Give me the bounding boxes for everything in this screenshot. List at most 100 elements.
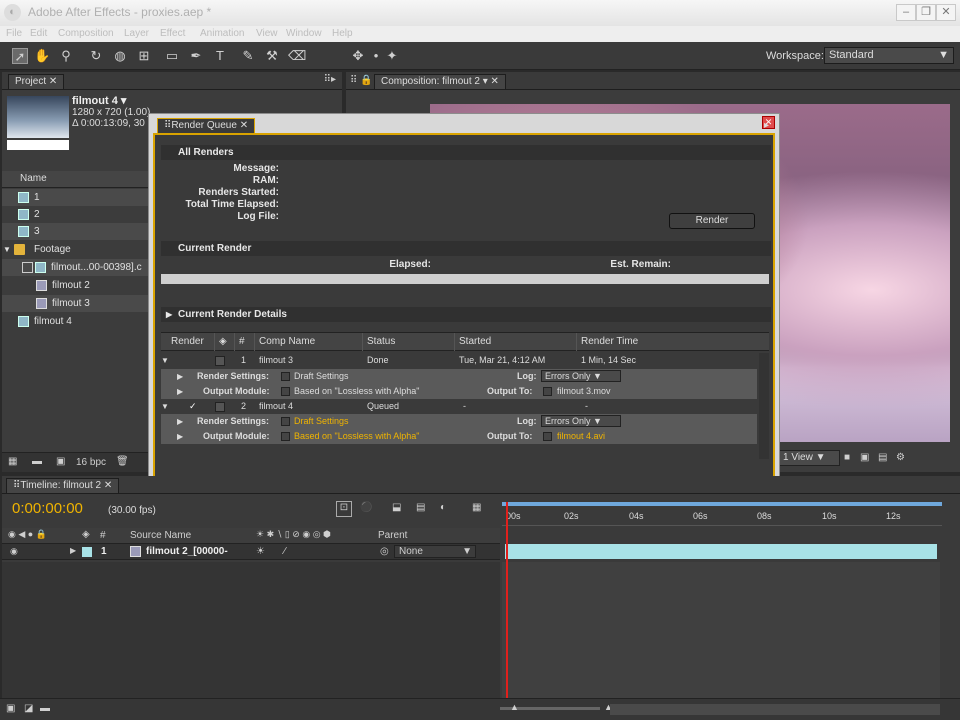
num-column-header[interactable]: #: [235, 333, 255, 351]
output-file-link[interactable]: filmout 4.avi: [557, 429, 605, 444]
puppet-pin-icon[interactable]: •: [368, 48, 384, 64]
menu-file[interactable]: File: [6, 28, 22, 39]
flowchart-icon[interactable]: ⚙: [896, 452, 905, 463]
current-render-details-section[interactable]: ▶ Current Render Details: [161, 307, 771, 322]
render-time-column-header[interactable]: Render Time: [577, 333, 753, 351]
table-scrollbar[interactable]: [759, 353, 769, 459]
work-area-bar[interactable]: [502, 502, 942, 506]
zoom-tool-icon[interactable]: ⚲: [58, 48, 74, 64]
expand-arrow-icon[interactable]: ▶: [177, 384, 183, 399]
label-color-swatch[interactable]: [215, 356, 225, 366]
rotate-tool-icon[interactable]: ↻: [88, 48, 104, 64]
expand-arrow-icon[interactable]: ▶: [177, 369, 183, 384]
dropdown-arrow-icon[interactable]: [281, 432, 290, 441]
new-comp-icon[interactable]: ▣: [56, 456, 65, 467]
table-row[interactable]: ▼ 1 filmout 3 Done Tue, Mar 21, 4:12 AM …: [161, 353, 757, 368]
graph-editor-icon[interactable]: ▦: [472, 502, 481, 513]
selection-tool-icon[interactable]: ➚: [12, 48, 28, 64]
expand-arrow-icon[interactable]: ▶: [70, 546, 76, 555]
puppet-tool-icon[interactable]: ✥: [350, 48, 366, 64]
dropdown-arrow-icon[interactable]: [543, 432, 552, 441]
close-button[interactable]: ✕: [936, 4, 956, 21]
label-color-swatch[interactable]: [215, 402, 225, 412]
dropdown-arrow-icon[interactable]: [543, 387, 552, 396]
parent-select[interactable]: None ▼: [394, 545, 476, 558]
checkbox-icon[interactable]: [22, 262, 33, 273]
label-column-icon[interactable]: ◈: [215, 333, 235, 351]
comp-mini-flowchart-icon[interactable]: ⊡: [336, 501, 352, 517]
new-folder-icon[interactable]: ▬: [32, 456, 42, 467]
current-time-indicator[interactable]: [506, 502, 508, 698]
menu-edit[interactable]: Edit: [30, 28, 47, 39]
started-column-header[interactable]: Started: [455, 333, 577, 351]
num-column-header[interactable]: #: [100, 530, 106, 541]
expand-arrow-icon[interactable]: ▼: [161, 353, 169, 368]
expand-arrow-icon[interactable]: ▼: [3, 241, 11, 258]
clone-stamp-icon[interactable]: ⚒: [264, 48, 280, 64]
motion-blur-icon[interactable]: ◐: [440, 502, 446, 513]
minimize-button[interactable]: –: [896, 4, 916, 21]
expand-arrow-icon[interactable]: ▶: [166, 307, 172, 322]
view-layout-select[interactable]: 1 View ▼: [778, 450, 840, 466]
menu-animation[interactable]: Animation: [200, 28, 244, 39]
expand-arrow-icon[interactable]: ▶: [177, 429, 183, 444]
dropdown-arrow-icon[interactable]: [281, 387, 290, 396]
status-column-header[interactable]: Status: [363, 333, 455, 351]
output-module-link[interactable]: Based on "Lossless with Alpha": [294, 384, 419, 399]
panel-menu-icon[interactable]: ⠿▸: [324, 74, 336, 85]
puppet-overlap-icon[interactable]: ✦: [384, 48, 400, 64]
panel-menu-icon[interactable]: ▸: [764, 120, 769, 131]
quality-switch-icon[interactable]: ∕: [284, 546, 286, 557]
shy-switch-icon[interactable]: ☀: [256, 546, 265, 557]
render-column-header[interactable]: Render: [167, 333, 215, 351]
pan-behind-icon[interactable]: ⊞: [136, 48, 152, 64]
pen-tool-icon[interactable]: ✒: [188, 48, 204, 64]
fast-preview-icon[interactable]: ▣: [860, 452, 869, 463]
timeline-scrollbar[interactable]: [610, 704, 940, 715]
render-settings-link[interactable]: Draft Settings: [294, 369, 349, 384]
av-switches-icon[interactable]: ◉ ◀ ● 🔒: [8, 529, 47, 540]
name-column-header[interactable]: Name: [20, 173, 47, 184]
layer-name[interactable]: filmout 2_[00000-: [146, 546, 228, 557]
eye-icon[interactable]: ◉: [10, 546, 18, 557]
menu-effect[interactable]: Effect: [160, 28, 185, 39]
render-settings-link[interactable]: Draft Settings: [294, 414, 349, 429]
menu-composition[interactable]: Composition: [58, 28, 114, 39]
layer-duration-bar[interactable]: [505, 544, 937, 559]
maximize-button[interactable]: ❐: [916, 4, 936, 21]
pickwhip-icon[interactable]: ◎: [380, 546, 389, 557]
label-column-icon[interactable]: ◈: [82, 529, 90, 540]
orbit-camera-icon[interactable]: ◍: [112, 48, 128, 64]
source-name-column-header[interactable]: Source Name: [130, 530, 191, 541]
output-module-link[interactable]: Based on "Lossless with Alpha": [294, 429, 419, 444]
menu-layer[interactable]: Layer: [124, 28, 149, 39]
toggle-view-icon[interactable]: ■: [844, 452, 850, 463]
output-file-link[interactable]: filmout 3.mov: [557, 384, 611, 399]
rectangle-tool-icon[interactable]: ▭: [164, 48, 180, 64]
log-select[interactable]: Errors Only ▼: [541, 415, 621, 427]
render-checkbox-icon[interactable]: ✓: [189, 399, 197, 414]
layer-switches-icon[interactable]: ☀ ✱ ∖ ▯ ⊘ ◉ ◎ ⬢: [256, 529, 331, 540]
dropdown-arrow-icon[interactable]: [281, 372, 290, 381]
hand-tool-icon[interactable]: ✋: [34, 48, 50, 64]
toggle-panel-icon[interactable]: ▬: [40, 703, 50, 714]
type-tool-icon[interactable]: T: [212, 48, 228, 64]
log-select[interactable]: Errors Only ▼: [541, 370, 621, 382]
menu-window[interactable]: Window: [286, 28, 322, 39]
tab-composition[interactable]: Composition: filmout 2 ▾ ✕: [374, 74, 506, 89]
toggle-modes-icon[interactable]: ◪: [24, 703, 33, 714]
draft-3d-icon[interactable]: ⬓: [392, 502, 401, 513]
expand-arrow-icon[interactable]: ▼: [161, 399, 169, 414]
live-update-icon[interactable]: ⚫: [360, 502, 372, 513]
table-row[interactable]: ◉ ▶ 1 filmout 2_[00000- ☀ ∕ ◎ None ▼: [2, 544, 500, 560]
table-row[interactable]: ▼ ✓ 2 filmout 4 Queued - -: [161, 399, 757, 414]
render-button[interactable]: Render: [669, 213, 755, 229]
bpc-label[interactable]: 16 bpc: [76, 457, 106, 468]
label-color-swatch[interactable]: [82, 547, 92, 557]
toggle-switches-icon[interactable]: ▣: [6, 703, 15, 714]
workspace-select[interactable]: Standard ▼: [824, 47, 954, 64]
parent-column-header[interactable]: Parent: [378, 530, 407, 541]
tab-timeline[interactable]: ⠿Timeline: filmout 2 ✕: [6, 478, 120, 493]
expand-arrow-icon[interactable]: ▶: [177, 414, 183, 429]
project-item-name[interactable]: filmout 4 ▾: [72, 94, 126, 107]
